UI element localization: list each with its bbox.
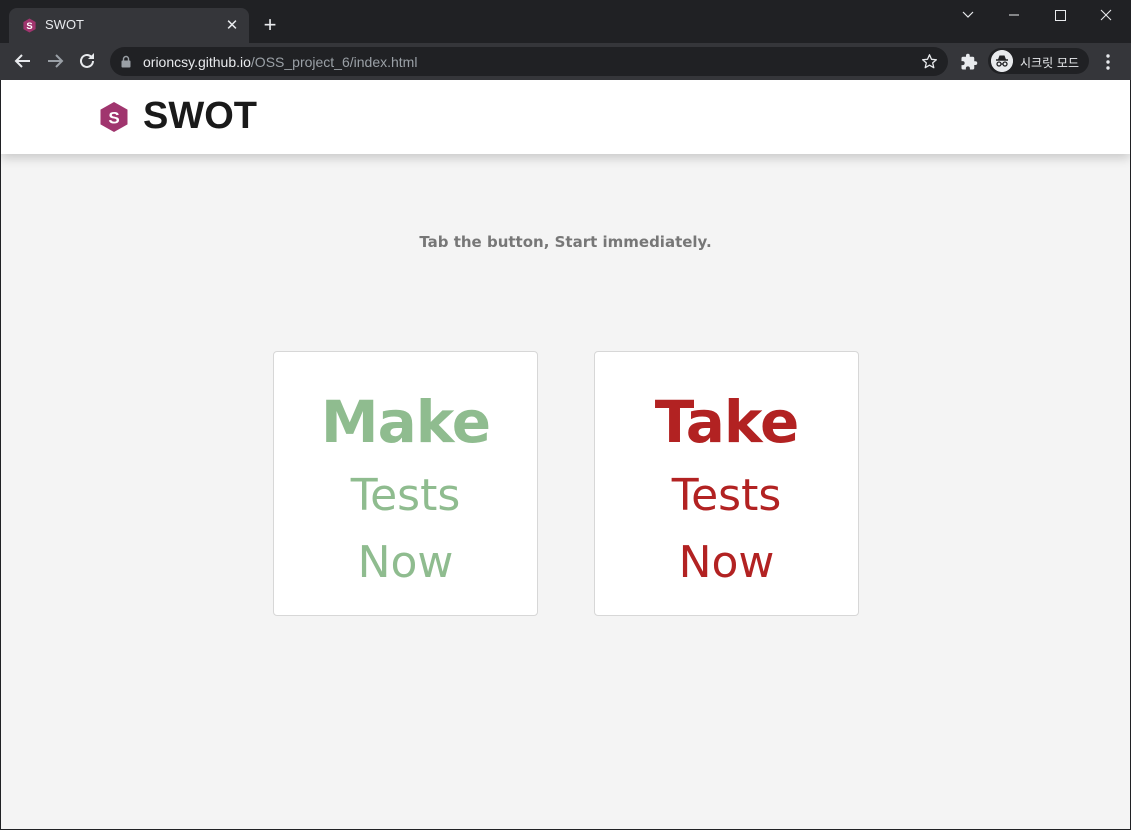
site-header: S SWOT bbox=[1, 80, 1130, 154]
minimize-icon[interactable] bbox=[991, 0, 1037, 32]
page-content: S SWOT Tab the button, Start immediately… bbox=[1, 80, 1130, 829]
take-tests-label: Tests bbox=[671, 470, 782, 521]
tab-strip: S SWOT ✕ + bbox=[0, 0, 1131, 43]
incognito-icon bbox=[991, 50, 1013, 72]
swot-favicon: S bbox=[23, 18, 36, 33]
close-icon[interactable]: ✕ bbox=[223, 17, 241, 35]
tab-title: SWOT bbox=[45, 17, 84, 32]
back-arrow-icon[interactable] bbox=[10, 48, 36, 74]
browser-tab[interactable]: S SWOT ✕ bbox=[9, 8, 249, 43]
site-logo-text[interactable]: SWOT bbox=[143, 95, 257, 138]
chevron-down-icon[interactable] bbox=[945, 0, 991, 32]
take-label: Take bbox=[654, 388, 800, 456]
url-host: orioncsy.github.io bbox=[143, 54, 251, 70]
close-window-icon[interactable] bbox=[1083, 0, 1129, 32]
lock-icon[interactable] bbox=[120, 55, 132, 68]
svg-text:S: S bbox=[108, 109, 119, 128]
url-path: /OSS_project_6/index.html bbox=[250, 54, 418, 70]
make-now-label: Now bbox=[357, 537, 454, 588]
star-icon[interactable] bbox=[921, 53, 938, 70]
make-tests-label: Tests bbox=[350, 470, 461, 521]
take-now-label: Now bbox=[678, 537, 775, 588]
kebab-menu-icon[interactable] bbox=[1100, 52, 1116, 72]
plus-icon[interactable]: + bbox=[258, 14, 282, 38]
maximize-icon[interactable] bbox=[1037, 0, 1083, 32]
swot-logo-icon[interactable]: S bbox=[99, 101, 129, 133]
svg-text:S: S bbox=[26, 21, 32, 31]
page-subtitle: Tab the button, Start immediately. bbox=[419, 233, 712, 251]
incognito-profile-button[interactable]: 시크릿 모드 bbox=[988, 48, 1089, 74]
address-bar[interactable]: orioncsy.github.io/OSS_project_6/index.h… bbox=[110, 47, 948, 76]
profile-label: 시크릿 모드 bbox=[1020, 56, 1080, 70]
browser-toolbar: orioncsy.github.io/OSS_project_6/index.h… bbox=[0, 43, 1131, 80]
make-tests-button[interactable]: Make Tests Now bbox=[273, 351, 538, 616]
reload-icon[interactable] bbox=[74, 48, 100, 74]
take-tests-button[interactable]: Take Tests Now bbox=[594, 351, 859, 616]
forward-arrow-icon[interactable] bbox=[42, 48, 68, 74]
puzzle-icon[interactable] bbox=[960, 53, 978, 71]
url-text[interactable]: orioncsy.github.io/OSS_project_6/index.h… bbox=[143, 54, 417, 70]
make-label: Make bbox=[320, 388, 491, 456]
